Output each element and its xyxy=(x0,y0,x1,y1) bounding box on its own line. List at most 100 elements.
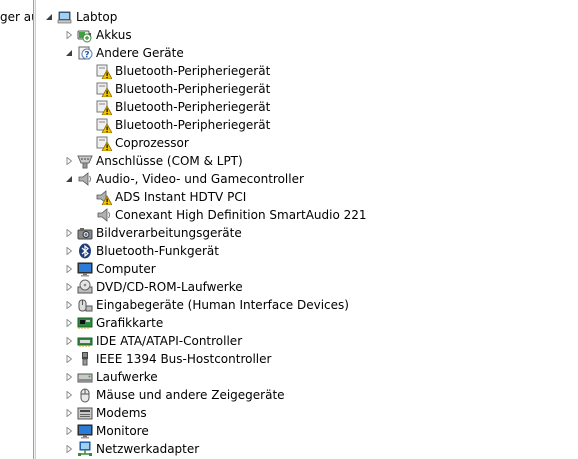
svg-text:?: ? xyxy=(84,51,89,61)
tree-node-label: Grafikkarte xyxy=(96,316,164,330)
left-pane: ger au xyxy=(0,0,33,459)
tree-node-label: ADS Instant HDTV PCI xyxy=(115,190,247,204)
tree-node-label: Bluetooth-Peripheriegerät xyxy=(115,82,271,96)
bluetooth-icon xyxy=(77,243,93,259)
tree-category-monitore[interactable]: Monitore xyxy=(64,422,149,440)
tree-category-computer[interactable]: Computer xyxy=(64,260,156,278)
expand-toggle-icon[interactable] xyxy=(64,368,74,386)
expand-toggle-icon[interactable] xyxy=(64,386,74,404)
expand-toggle-icon[interactable] xyxy=(64,314,74,332)
tree-device-conexant-high-definition-smartaudio-221[interactable]: Conexant High Definition SmartAudio 221 xyxy=(83,206,367,224)
expand-toggle-icon[interactable] xyxy=(64,152,74,170)
collapse-toggle-icon[interactable] xyxy=(64,44,74,62)
tree-node-label: Bluetooth-Funkgerät xyxy=(96,244,219,258)
mouse-icon xyxy=(77,387,93,403)
tree-category-bluetooth-funkgerat[interactable]: Bluetooth-Funkgerät xyxy=(64,242,219,260)
tree-category-ieee-1394-bus-hostcontroller[interactable]: IEEE 1394 Bus-Hostcontroller xyxy=(64,350,271,368)
tree-device-bluetooth-peripheriegerat[interactable]: Bluetooth-Peripheriegerät xyxy=(83,98,270,116)
tree-root-labtop[interactable]: Labtop xyxy=(44,8,117,26)
tree-device-bluetooth-peripheriegerat[interactable]: Bluetooth-Peripheriegerät xyxy=(83,116,270,134)
collapse-toggle-icon[interactable] xyxy=(44,8,54,26)
camera-icon xyxy=(77,225,93,241)
tree-category-anschlusse-com-lpt[interactable]: Anschlüsse (COM & LPT) xyxy=(64,152,243,170)
pane-splitter[interactable] xyxy=(33,0,36,459)
tree-device-coprozessor[interactable]: Coprozessor xyxy=(83,134,189,152)
tree-category-dvd-cd-rom-laufwerke[interactable]: DVD/CD-ROM-Laufwerke xyxy=(64,278,243,296)
warning-speaker-icon xyxy=(96,189,112,205)
tree-category-netzwerkadapter[interactable]: Netzwerkadapter xyxy=(64,440,199,458)
speaker-icon xyxy=(96,207,112,223)
expand-toggle-icon[interactable] xyxy=(64,260,74,278)
tree-node-label: DVD/CD-ROM-Laufwerke xyxy=(96,280,243,294)
warning-device-icon xyxy=(96,63,112,79)
tree-node-label: IEEE 1394 Bus-Hostcontroller xyxy=(96,352,272,366)
tree-category-ide-ata-atapi-controller[interactable]: IDE ATA/ATAPI-Controller xyxy=(64,332,242,350)
expand-toggle-icon[interactable] xyxy=(64,224,74,242)
tree-category-mause-und-andere-zeigegerate[interactable]: Mäuse und andere Zeigegeräte xyxy=(64,386,285,404)
tree-node-label: Bluetooth-Peripheriegerät xyxy=(115,100,271,114)
expand-toggle-icon[interactable] xyxy=(64,350,74,368)
warning-device-icon xyxy=(96,99,112,115)
device-tree: Labtop Akkus? Andere Geräte Bluetooth-Perip… xyxy=(40,0,578,459)
expand-toggle-icon[interactable] xyxy=(64,278,74,296)
disc-drive-icon xyxy=(77,279,93,295)
tree-node-label: Labtop xyxy=(76,10,118,24)
battery-icon xyxy=(77,27,93,43)
tree-category-modems[interactable]: Modems xyxy=(64,404,147,422)
tree-node-label: Anschlüsse (COM & LPT) xyxy=(96,154,243,168)
display-adapter-icon xyxy=(77,315,93,331)
expand-toggle-icon[interactable] xyxy=(64,242,74,260)
tree-node-label: Laufwerke xyxy=(96,370,158,384)
tree-device-bluetooth-peripheriegerat[interactable]: Bluetooth-Peripheriegerät xyxy=(83,62,270,80)
drive-icon xyxy=(77,369,93,385)
unknown-device-icon: ? xyxy=(77,45,93,61)
tree-category-andere-gerate[interactable]: ? Andere Geräte xyxy=(64,44,184,62)
tree-node-label: Audio-, Video- und Gamecontroller xyxy=(96,172,304,186)
expand-toggle-icon[interactable] xyxy=(64,422,74,440)
tree-node-label: Conexant High Definition SmartAudio 221 xyxy=(115,208,367,222)
tree-node-label: Bluetooth-Peripheriegerät xyxy=(115,64,271,78)
tree-category-grafikkarte[interactable]: Grafikkarte xyxy=(64,314,163,332)
collapse-toggle-icon[interactable] xyxy=(64,170,74,188)
expand-toggle-icon[interactable] xyxy=(64,296,74,314)
expand-toggle-icon[interactable] xyxy=(64,404,74,422)
monitor-icon xyxy=(77,261,93,277)
hid-icon xyxy=(77,297,93,313)
modem-icon xyxy=(77,405,93,421)
tree-category-eingabegerate-human-interface-devices[interactable]: Eingabegeräte (Human Interface Devices) xyxy=(64,296,349,314)
tree-category-audio-video-und-gamecontroller[interactable]: Audio-, Video- und Gamecontroller xyxy=(64,170,304,188)
tree-node-label: Mäuse und andere Zeigegeräte xyxy=(96,388,285,402)
tree-node-label: Coprozessor xyxy=(115,136,189,150)
tree-category-bildverarbeitungsgerate[interactable]: Bildverarbeitungsgeräte xyxy=(64,224,242,242)
warning-device-icon xyxy=(96,81,112,97)
tree-node-label: Monitore xyxy=(96,424,149,438)
firewire-icon xyxy=(77,351,93,367)
port-icon xyxy=(77,153,93,169)
tree-node-label: Eingabegeräte (Human Interface Devices) xyxy=(96,298,349,312)
tree-category-laufwerke[interactable]: Laufwerke xyxy=(64,368,158,386)
expand-toggle-icon[interactable] xyxy=(64,332,74,350)
tree-category-akkus[interactable]: Akkus xyxy=(64,26,132,44)
tree-device-bluetooth-peripheriegerat[interactable]: Bluetooth-Peripheriegerät xyxy=(83,80,270,98)
tree-node-label: Modems xyxy=(96,406,147,420)
tree-node-label: Bluetooth-Peripheriegerät xyxy=(115,118,271,132)
speaker-icon xyxy=(77,171,93,187)
expand-toggle-icon[interactable] xyxy=(64,26,74,44)
tree-node-label: IDE ATA/ATAPI-Controller xyxy=(96,334,243,348)
expand-toggle-icon[interactable] xyxy=(64,440,74,458)
ide-controller-icon xyxy=(77,333,93,349)
tree-device-ads-instant-hdtv-pci[interactable]: ADS Instant HDTV PCI xyxy=(83,188,246,206)
warning-device-icon xyxy=(96,135,112,151)
tree-node-label: Computer xyxy=(96,262,156,276)
left-pane-label: ger au xyxy=(0,10,33,24)
tree-node-label: Netzwerkadapter xyxy=(96,442,200,456)
tree-node-label: Bildverarbeitungsgeräte xyxy=(96,226,242,240)
monitor-icon xyxy=(77,423,93,439)
